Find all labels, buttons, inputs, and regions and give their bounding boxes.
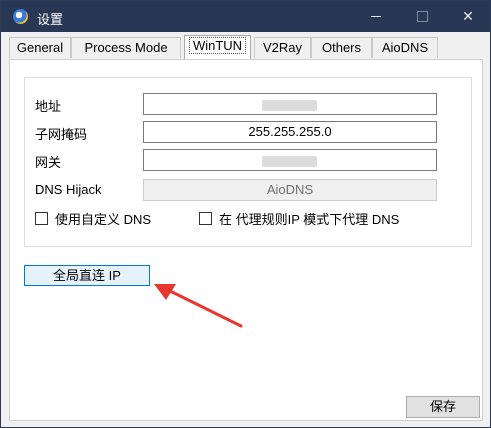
tab-label: General [16, 40, 64, 55]
app-icon [13, 9, 28, 24]
tab-v2ray[interactable]: V2Ray [254, 37, 311, 58]
wintun-groupbox: 地址 子网掩码 255.255.255.0 网关 DNS Hijack AioD… [24, 77, 472, 247]
tab-label: Others [321, 40, 361, 55]
proxy-dns-checkbox-row[interactable]: 在 代理规则IP 模式下代理 DNS [199, 209, 399, 228]
custom-dns-checkbox[interactable] [35, 212, 48, 225]
tab-others[interactable]: Others [311, 37, 372, 58]
dns-hijack-label: DNS Hijack [35, 182, 102, 197]
address-field[interactable] [143, 93, 437, 115]
netmask-field[interactable]: 255.255.255.0 [143, 121, 437, 143]
gateway-label: 网关 [35, 155, 62, 170]
minimize-button[interactable] [353, 1, 399, 32]
maximize-icon [417, 11, 428, 22]
netmask-label: 子网掩码 [35, 127, 88, 142]
save-button[interactable]: 保存 [406, 396, 480, 418]
minimize-icon [371, 16, 381, 17]
tab-process-mode[interactable]: Process Mode [71, 37, 181, 58]
proxy-dns-checkbox[interactable] [199, 212, 212, 225]
close-button[interactable]: ✕ [445, 1, 491, 32]
custom-dns-checkbox-row[interactable]: 使用自定义 DNS [35, 209, 151, 228]
tab-strip: General Process Mode WinTUN V2Ray Others… [9, 35, 485, 59]
dns-hijack-value: AioDNS [266, 182, 314, 197]
tab-label: V2Ray [262, 40, 303, 55]
wintun-panel: 地址 子网掩码 255.255.255.0 网关 DNS Hijack AioD… [9, 59, 483, 421]
tab-label: Process Mode [84, 40, 168, 55]
tab-general[interactable]: General [9, 37, 71, 58]
proxy-dns-label: 在 代理规则IP 模式下代理 DNS [219, 212, 400, 227]
custom-dns-label: 使用自定义 DNS [55, 212, 152, 227]
redacted-mask [262, 100, 317, 111]
netmask-value: 255.255.255.0 [248, 124, 332, 139]
tab-label: WinTUN [188, 37, 247, 54]
gateway-field[interactable] [143, 149, 437, 171]
tab-label: AioDNS [381, 40, 429, 55]
dns-hijack-field: AioDNS [143, 179, 437, 201]
settings-window: 设置 ✕ General Process Mode WinTUN V2Ray O… [0, 0, 491, 428]
tab-aiodns[interactable]: AioDNS [372, 37, 438, 58]
maximize-button [399, 1, 445, 32]
global-bypass-ip-button[interactable]: 全局直连 IP [24, 265, 150, 286]
window-title: 设置 [37, 12, 64, 27]
tab-wintun[interactable]: WinTUN [184, 35, 251, 59]
global-bypass-ip-label: 全局直连 IP [53, 268, 121, 283]
save-label: 保存 [429, 399, 456, 414]
redacted-mask [262, 156, 317, 167]
address-label: 地址 [35, 99, 62, 114]
title-bar[interactable]: 设置 ✕ [1, 1, 490, 32]
close-icon: ✕ [462, 8, 474, 24]
annotation-arrow-icon [154, 284, 243, 328]
